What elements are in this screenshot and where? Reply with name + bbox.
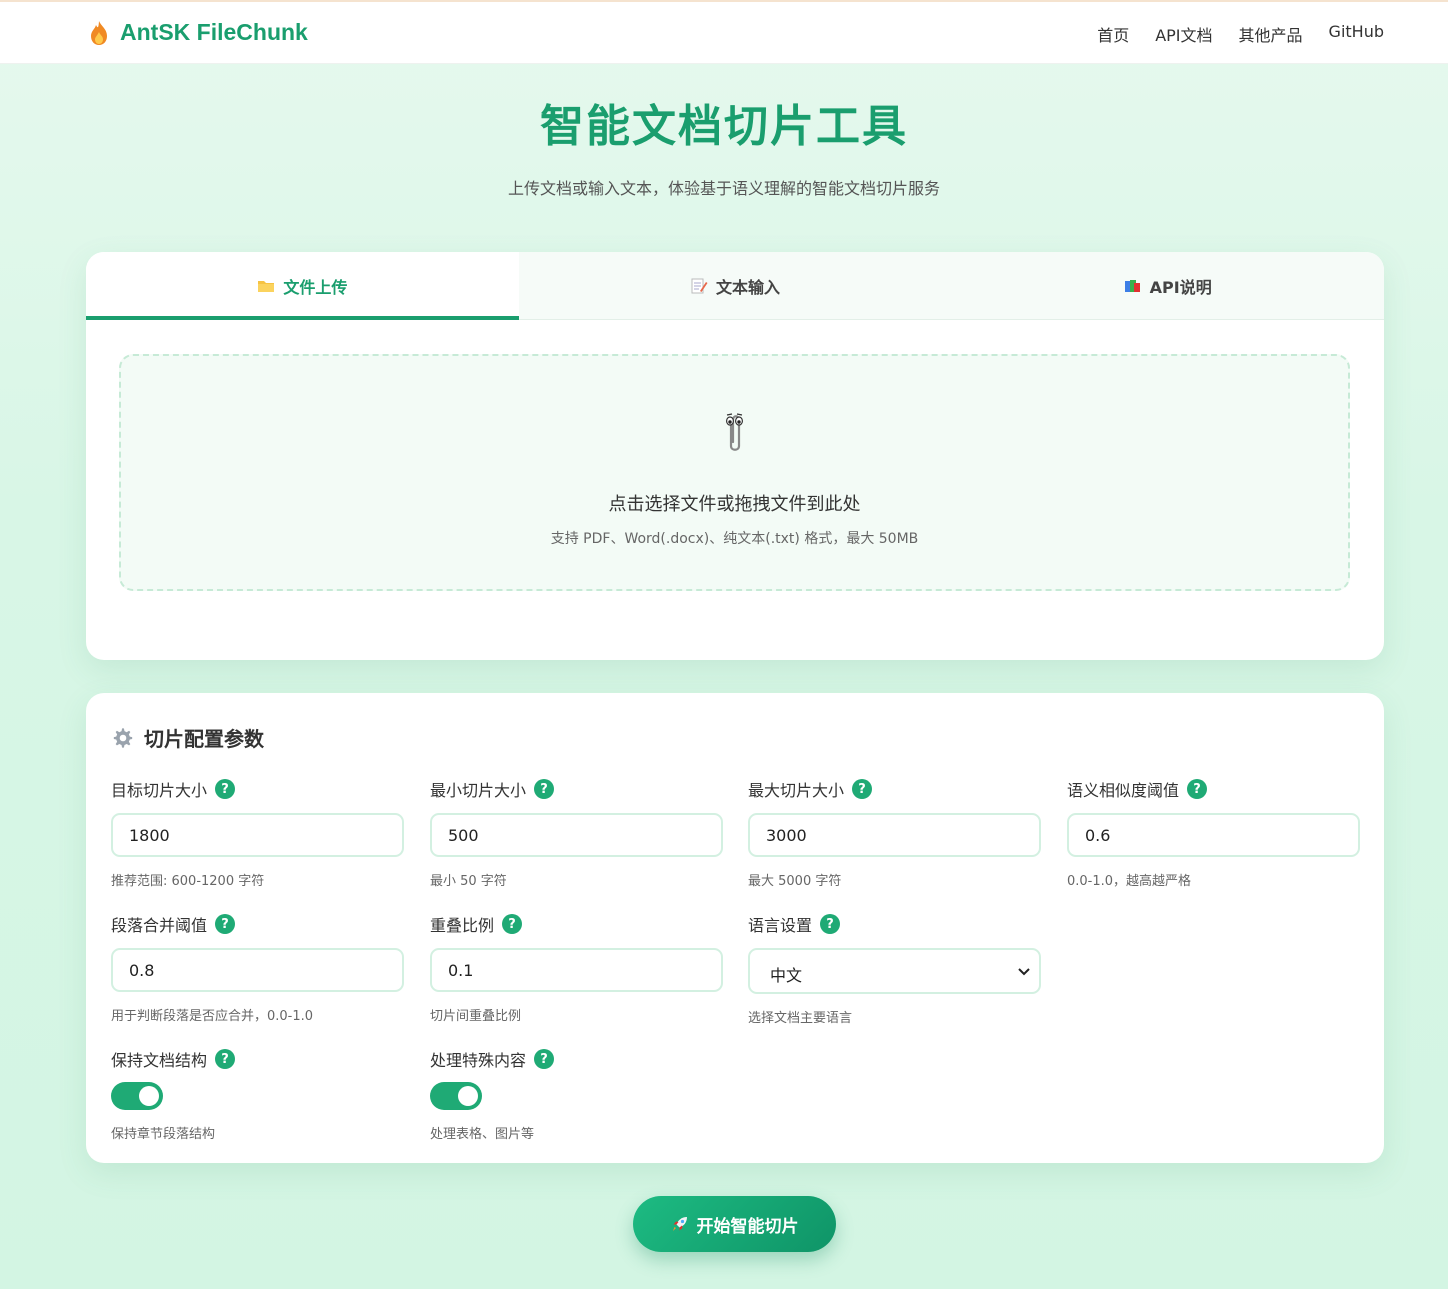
language-select-value: 中文 <box>770 966 803 985</box>
rocket-icon <box>672 1217 687 1231</box>
field-hint: 保持章节段落结构 <box>111 1127 216 1142</box>
overlap-ratio-input[interactable] <box>430 948 723 992</box>
dropzone-hint: 支持 PDF、Word(.docx)、纯文本(.txt) 格式，最大 50MB <box>550 531 919 547</box>
field-target-size: 目标切片大小 ? 推荐范围: 600-1200 字符 <box>111 778 404 889</box>
memo-icon <box>691 278 708 293</box>
main-nav: 首页 API文档 其他产品 GitHub <box>1097 22 1384 46</box>
merge-threshold-input[interactable] <box>111 948 404 992</box>
config-card: 切片配置参数 目标切片大小 ? 推荐范围: 600-1200 字符 最小切片大小… <box>86 693 1384 1163</box>
field-label: 语义相似度阈值 <box>1067 781 1180 800</box>
nav-github[interactable]: GitHub <box>1329 22 1384 46</box>
field-language: 语言设置 ? 中文 选择文档主要语言 <box>748 913 1041 1026</box>
field-label: 最大切片大小 <box>748 781 845 800</box>
field-max-size: 最大切片大小 ? 最大 5000 字符 <box>748 778 1041 889</box>
tab-text-input[interactable]: 文本输入 <box>519 252 952 319</box>
field-hint: 0.0-1.0，越高越严格 <box>1067 874 1192 889</box>
special-content-toggle[interactable] <box>430 1082 482 1110</box>
max-size-input[interactable] <box>748 813 1041 857</box>
books-icon <box>1124 279 1140 292</box>
similarity-threshold-input[interactable] <box>1067 813 1360 857</box>
paperclip-icon <box>725 413 744 451</box>
input-tabs: 文件上传 文本输入 API说明 <box>86 252 1384 320</box>
page-subtitle: 上传文档或输入文本，体验基于语义理解的智能文档切片服务 <box>507 179 940 198</box>
field-hint: 处理表格、图片等 <box>430 1127 535 1142</box>
field-hint: 切片间重叠比例 <box>430 1009 522 1024</box>
chevron-down-icon <box>1018 968 1030 976</box>
site-header: AntSK FileChunk 首页 API文档 其他产品 GitHub <box>0 2 1448 64</box>
field-min-size: 最小切片大小 ? 最小 50 字符 <box>430 778 723 889</box>
gear-icon <box>113 727 133 748</box>
field-hint: 最大 5000 字符 <box>748 874 842 889</box>
field-hint: 推荐范围: 600-1200 字符 <box>111 874 265 889</box>
help-icon[interactable]: ? <box>215 914 236 934</box>
field-hint: 选择文档主要语言 <box>748 1011 853 1026</box>
page-title: 智能文档切片工具 <box>540 101 908 152</box>
field-hint: 用于判断段落是否应合并，0.0-1.0 <box>111 1009 314 1024</box>
min-size-input[interactable] <box>430 813 723 857</box>
field-overlap-ratio: 重叠比例 ? 切片间重叠比例 <box>430 913 723 1024</box>
start-chunking-button[interactable]: 开始智能切片 <box>633 1196 836 1252</box>
field-label: 语言设置 <box>748 916 813 935</box>
field-keep-structure: 保持文档结构 ? 保持章节段落结构 <box>111 1048 404 1142</box>
field-similarity-threshold: 语义相似度阈值 ? 0.0-1.0，越高越严格 <box>1067 778 1360 889</box>
help-icon[interactable]: ? <box>852 779 873 799</box>
folder-icon <box>258 280 275 292</box>
help-icon[interactable]: ? <box>534 1049 555 1069</box>
help-icon[interactable]: ? <box>534 779 555 799</box>
field-special-content: 处理特殊内容 ? 处理表格、图片等 <box>430 1048 723 1142</box>
nav-other-products[interactable]: 其他产品 <box>1239 22 1303 46</box>
logo[interactable]: AntSK FileChunk <box>88 19 308 46</box>
flame-icon <box>91 20 107 45</box>
tab-api-info[interactable]: API说明 <box>951 252 1384 319</box>
tab-label: 文本输入 <box>716 277 781 297</box>
field-label: 处理特殊内容 <box>430 1051 527 1070</box>
logo-text: AntSK FileChunk <box>120 19 308 45</box>
nav-api-docs[interactable]: API文档 <box>1155 22 1212 46</box>
config-title: 切片配置参数 <box>112 723 264 752</box>
nav-home[interactable]: 首页 <box>1097 22 1129 46</box>
help-icon[interactable]: ? <box>1187 779 1208 799</box>
start-button-label: 开始智能切片 <box>696 1216 799 1237</box>
target-size-input[interactable] <box>111 813 404 857</box>
dropzone-title: 点击选择文件或拖拽文件到此处 <box>608 494 861 515</box>
field-hint: 最小 50 字符 <box>430 874 507 889</box>
tab-file-upload[interactable]: 文件上传 <box>86 252 519 320</box>
tab-label: 文件上传 <box>283 277 348 297</box>
file-dropzone[interactable]: 点击选择文件或拖拽文件到此处 支持 PDF、Word(.docx)、纯文本(.t… <box>119 354 1350 591</box>
field-label: 目标切片大小 <box>111 781 208 800</box>
config-title-text: 切片配置参数 <box>144 727 264 751</box>
input-card: 文件上传 文本输入 API说明 点击选择文件或拖拽文件到此处 支持 PDF、Wo… <box>86 252 1384 660</box>
keep-structure-toggle[interactable] <box>111 1082 163 1110</box>
field-label: 重叠比例 <box>430 916 495 935</box>
language-select[interactable]: 中文 <box>748 948 1041 994</box>
tab-label: API说明 <box>1149 277 1212 297</box>
help-icon[interactable]: ? <box>502 914 523 934</box>
field-label: 段落合并阈值 <box>111 916 208 935</box>
help-icon[interactable]: ? <box>215 1049 236 1069</box>
help-icon[interactable]: ? <box>820 914 841 934</box>
field-label: 最小切片大小 <box>430 781 527 800</box>
field-label: 保持文档结构 <box>111 1051 208 1070</box>
field-merge-threshold: 段落合并阈值 ? 用于判断段落是否应合并，0.0-1.0 <box>111 913 404 1024</box>
help-icon[interactable]: ? <box>215 779 236 799</box>
